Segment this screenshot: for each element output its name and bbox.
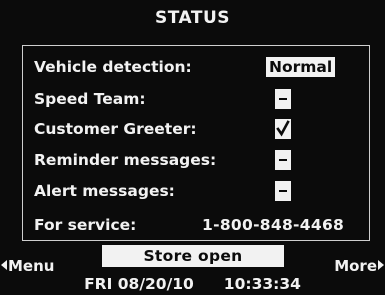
alert-messages-minus-icon [275, 181, 291, 201]
customer-greeter-row: Customer Greeter: [34, 117, 368, 141]
speed-team-label: Speed Team: [34, 90, 146, 108]
screen-title: STATUS [154, 8, 230, 28]
status-screen: STATUS Vehicle detection: Normal Speed T… [0, 0, 385, 295]
alert-messages-label: Alert messages: [34, 182, 175, 200]
speed-team-row: Speed Team: [34, 87, 368, 111]
date-time-footer: FRI 08/20/10 10:33:34 [0, 273, 385, 295]
alert-messages-row: Alert messages: [34, 179, 368, 203]
vehicle-detection-value: Normal [266, 57, 336, 77]
reminder-messages-label: Reminder messages: [34, 151, 217, 169]
service-phone: 1-800-848-4468 [202, 216, 345, 234]
service-row: For service: 1-800-848-4468 [34, 213, 368, 237]
speed-team-minus-icon [275, 89, 291, 109]
time-display: 10:33:34 [223, 275, 301, 293]
vehicle-detection-row: Vehicle detection: Normal [34, 55, 368, 79]
reminder-messages-row: Reminder messages: [34, 148, 368, 172]
date-display: FRI 08/20/10 [84, 275, 194, 293]
reminder-messages-minus-icon [275, 150, 291, 170]
right-arrow-icon [378, 260, 384, 270]
vehicle-detection-label: Vehicle detection: [34, 58, 192, 76]
store-status-bar: Store open [102, 245, 284, 267]
left-arrow-icon [1, 260, 7, 270]
service-label: For service: [34, 216, 137, 234]
customer-greeter-check-icon [275, 119, 291, 139]
customer-greeter-label: Customer Greeter: [34, 120, 197, 138]
